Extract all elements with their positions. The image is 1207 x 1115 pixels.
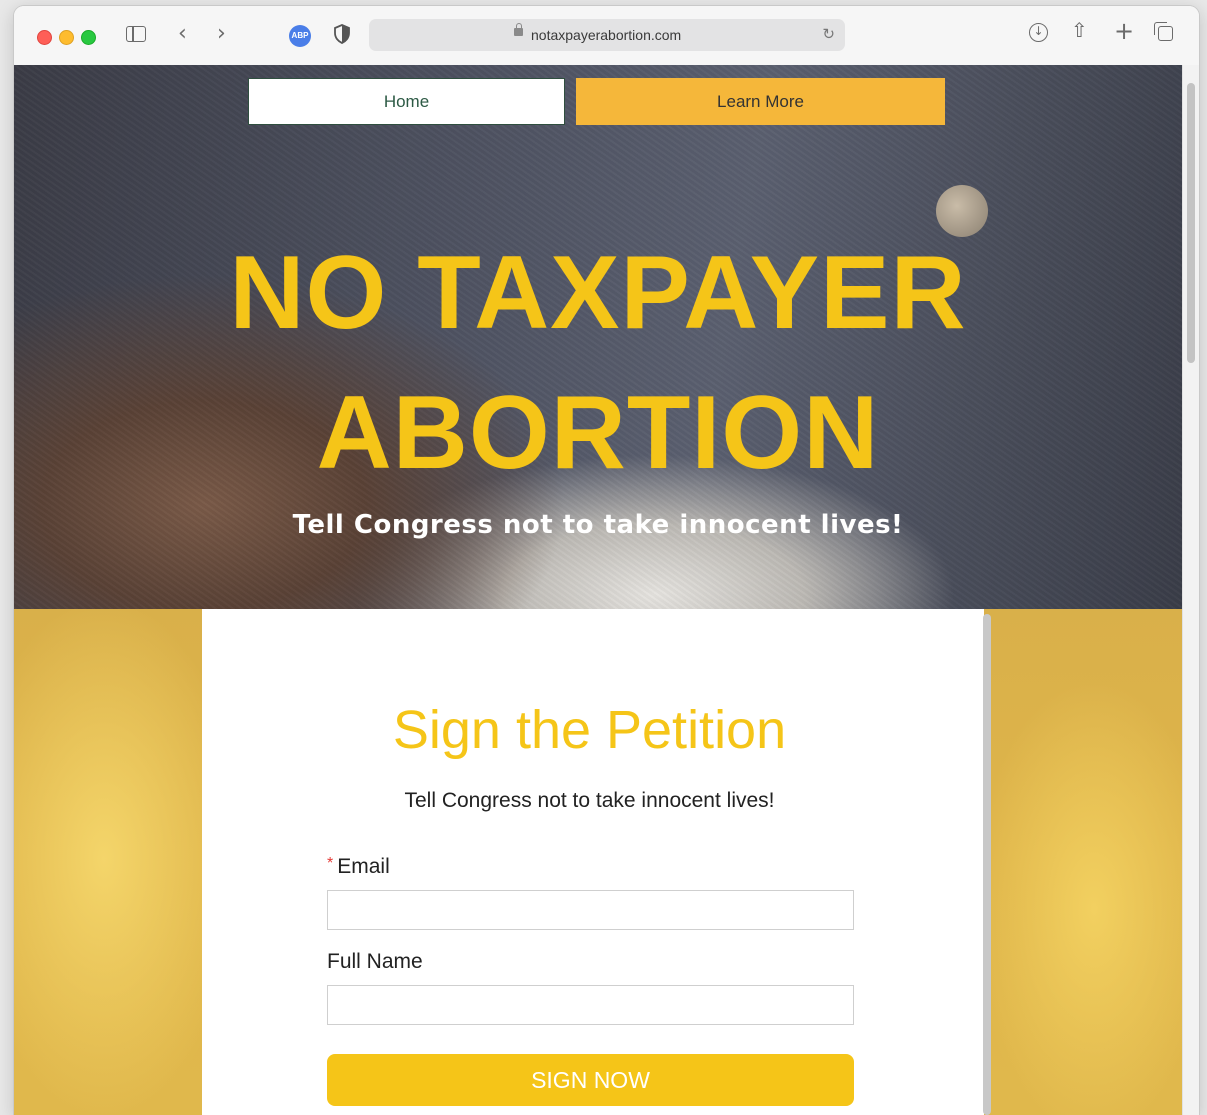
privacy-shield-icon[interactable] bbox=[334, 24, 350, 44]
page-scrollbar-thumb[interactable] bbox=[1187, 83, 1195, 363]
required-asterisk: * bbox=[327, 855, 334, 872]
zoom-window-button[interactable] bbox=[81, 30, 96, 45]
url-text[interactable]: notaxpayerabortion.com bbox=[531, 27, 681, 43]
petition-card: Sign the Petition Tell Congress not to t… bbox=[202, 609, 984, 1115]
back-icon[interactable]: ‹ bbox=[178, 21, 187, 46]
nav-home-button[interactable]: Home bbox=[248, 78, 565, 125]
hero-subtitle: Tell Congress not to take innocent lives… bbox=[292, 510, 904, 540]
petition-title: Sign the Petition bbox=[392, 700, 787, 760]
tab-overview-icon[interactable] bbox=[1154, 22, 1173, 41]
petition-section: Sign the Petition Tell Congress not to t… bbox=[14, 609, 1182, 1115]
browser-window: ‹ › ABP notaxpayerabortion.com ↻ ↓ ⇧ + H… bbox=[14, 6, 1199, 1115]
full-name-label: Full Name bbox=[327, 950, 423, 973]
nav-learn-more-button[interactable]: Learn More bbox=[576, 78, 945, 125]
form-scrollbar[interactable] bbox=[983, 614, 991, 1115]
hero-title-line-1: NO TAXPAYER bbox=[229, 235, 967, 351]
forward-icon[interactable]: › bbox=[217, 21, 226, 46]
page-scrollbar[interactable] bbox=[1182, 65, 1199, 1115]
hero-title-line-2: ABORTION bbox=[316, 375, 880, 491]
browser-toolbar: ‹ › ABP notaxpayerabortion.com ↻ ↓ ⇧ + bbox=[14, 6, 1199, 66]
email-label: * Email bbox=[327, 855, 390, 879]
address-bar[interactable]: notaxpayerabortion.com ↻ bbox=[369, 19, 845, 51]
reload-icon[interactable]: ↻ bbox=[822, 25, 835, 43]
sign-now-button[interactable]: SIGN NOW bbox=[327, 1054, 854, 1106]
new-tab-icon[interactable]: + bbox=[1114, 17, 1134, 45]
downloads-icon[interactable]: ↓ bbox=[1029, 23, 1048, 42]
petition-subtitle: Tell Congress not to take innocent lives… bbox=[404, 789, 775, 812]
email-label-text: Email bbox=[337, 855, 390, 878]
hero-title: NO TAXPAYER ABORTION bbox=[14, 223, 1182, 503]
web-page: Home Learn More NO TAXPAYER ABORTION Tel… bbox=[14, 65, 1182, 1115]
share-icon[interactable]: ⇧ bbox=[1071, 18, 1088, 42]
minimize-window-button[interactable] bbox=[59, 30, 74, 45]
adblock-extension-icon[interactable]: ABP bbox=[289, 25, 311, 47]
close-window-button[interactable] bbox=[37, 30, 52, 45]
hero-banner: Home Learn More NO TAXPAYER ABORTION Tel… bbox=[14, 65, 1182, 609]
sidebar-toggle-icon[interactable] bbox=[126, 26, 146, 42]
email-field[interactable] bbox=[327, 890, 854, 930]
lock-icon bbox=[514, 23, 523, 36]
full-name-field[interactable] bbox=[327, 985, 854, 1025]
